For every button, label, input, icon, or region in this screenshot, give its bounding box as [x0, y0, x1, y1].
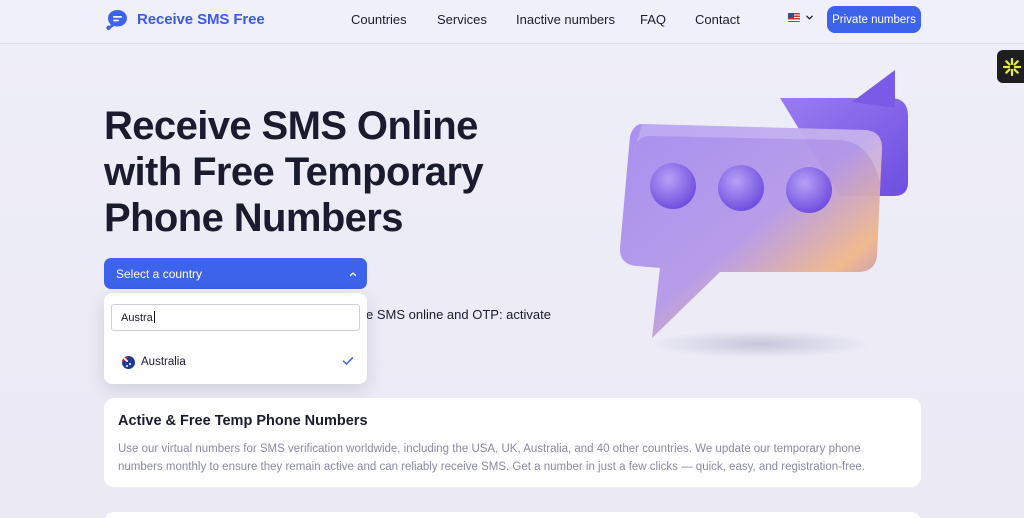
chat-bubble-illustration — [619, 70, 908, 358]
asterisk-icon — [1002, 57, 1022, 76]
country-option-australia[interactable]: Australia — [122, 353, 354, 371]
nav-countries[interactable]: Countries — [351, 12, 407, 27]
info-card: Active & Free Temp Phone Numbers Use our… — [104, 398, 921, 487]
text-cursor — [153, 311, 155, 323]
extension-button[interactable] — [997, 50, 1024, 83]
checkmark-icon — [342, 357, 354, 365]
hero-subtitle: e SMS online and OTP: activate — [366, 307, 551, 322]
chevron-down-icon — [806, 15, 813, 20]
logo-text: Receive SMS Free — [137, 11, 265, 28]
country-dropdown-menu: Austra Australia — [104, 293, 367, 384]
nav-faq[interactable]: FAQ — [640, 12, 666, 27]
country-search-input[interactable]: Austra — [111, 304, 360, 331]
nav-contact[interactable]: Contact — [695, 12, 740, 27]
info-card-body: Use our virtual numbers for SMS verifica… — [118, 443, 865, 473]
chevron-up-icon — [349, 272, 357, 277]
search-input-value: Austra — [121, 312, 153, 324]
nav-services[interactable]: Services — [437, 12, 487, 27]
select-country-label: Select a country — [116, 266, 203, 281]
info-card-title: Active & Free Temp Phone Numbers — [118, 413, 368, 429]
site-header: Receive SMS Free Countries Services Inac… — [0, 0, 1024, 44]
us-flag-icon — [788, 13, 800, 22]
chat-bubble-logo-icon — [106, 10, 127, 30]
language-selector[interactable] — [788, 13, 814, 22]
nav-inactive-numbers[interactable]: Inactive numbers — [516, 12, 615, 27]
hero-title: Receive SMS Online with Free Temporary P… — [104, 104, 484, 240]
next-section-card — [104, 512, 921, 518]
country-option-label: Australia — [141, 356, 186, 368]
logo[interactable]: Receive SMS Free — [105, 7, 265, 32]
select-country-dropdown[interactable]: Select a country — [104, 258, 367, 289]
australia-flag-icon — [122, 355, 135, 369]
private-numbers-button[interactable]: Private numbers — [827, 6, 921, 33]
